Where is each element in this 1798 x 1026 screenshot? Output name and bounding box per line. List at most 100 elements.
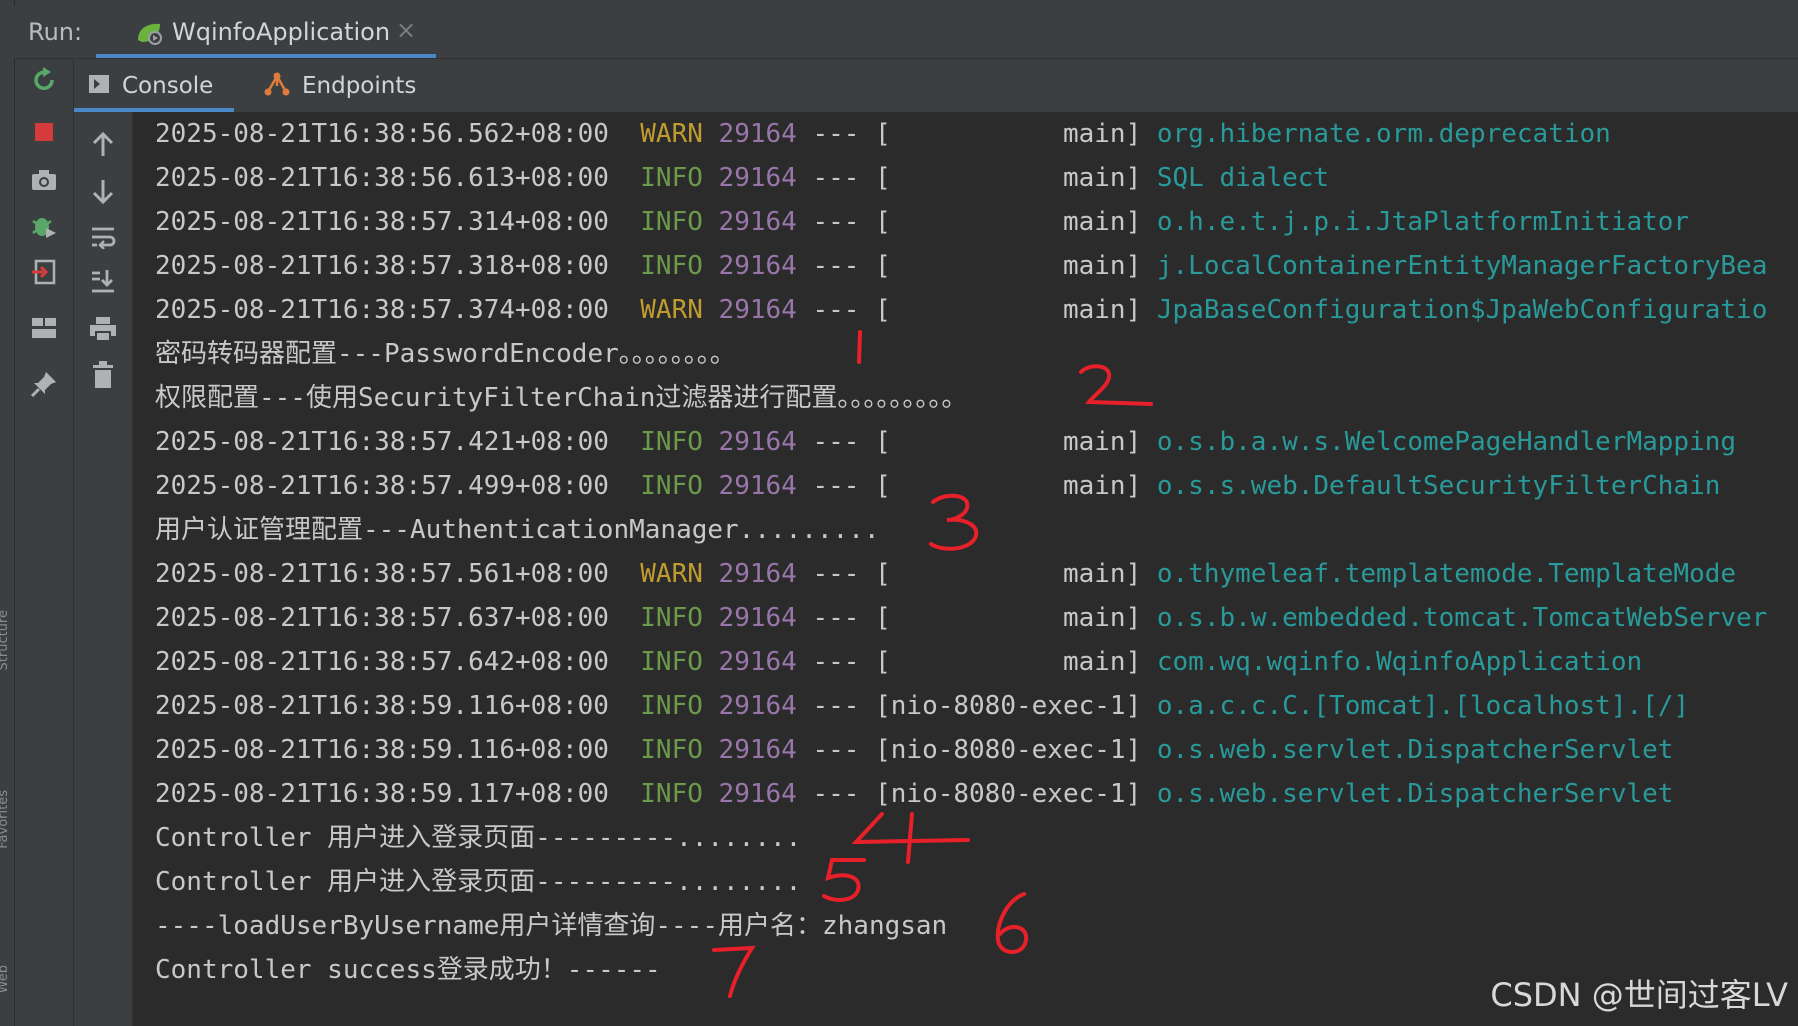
run-actions-toolbar [15, 59, 74, 1026]
run-label: Run: [28, 18, 83, 46]
log-thread: [ main] [875, 251, 1142, 281]
left-tool-window-strip: Structure Favorites Web [0, 0, 15, 1026]
tab-endpoints-label: Endpoints [302, 72, 417, 99]
log-thread: [ main] [875, 427, 1142, 457]
log-pid: 29164 [718, 559, 797, 589]
log-thread: [nio-8080-exec-1] [875, 691, 1142, 721]
log-logger: JpaBaseConfiguration$JpaWebConfiguratio [1156, 295, 1768, 325]
log-line: 2025-08-21T16:38:56.562+08:00 WARN 29164… [155, 112, 1611, 156]
layout-icon[interactable] [27, 311, 61, 345]
log-line: 2025-08-21T16:38:57.637+08:00 INFO 29164… [155, 596, 1767, 640]
log-timestamp: 2025-08-21T16:38:57.499+08:00 [155, 471, 609, 501]
log-line: 2025-08-21T16:38:57.642+08:00 INFO 29164… [155, 640, 1642, 684]
log-line: 2025-08-21T16:38:59.116+08:00 INFO 29164… [155, 728, 1673, 772]
log-timestamp: 2025-08-21T16:38:59.116+08:00 [155, 735, 609, 765]
trash-icon[interactable] [86, 358, 120, 392]
log-level: INFO [640, 735, 703, 765]
log-thread: [nio-8080-exec-1] [875, 735, 1142, 765]
log-timestamp: 2025-08-21T16:38:59.116+08:00 [155, 691, 609, 721]
rerun-icon[interactable] [27, 63, 61, 97]
log-line: 2025-08-21T16:38:57.374+08:00 WARN 29164… [155, 288, 1767, 332]
watermark: CSDN @世间过客LV [1490, 976, 1788, 1014]
log-pid: 29164 [718, 603, 797, 633]
log-pid: 29164 [718, 779, 797, 809]
exit-icon[interactable] [27, 255, 61, 289]
log-timestamp: 2025-08-21T16:38:57.561+08:00 [155, 559, 609, 589]
log-thread: [ main] [875, 559, 1142, 589]
log-level: INFO [640, 207, 703, 237]
arrow-down-icon[interactable] [86, 174, 120, 208]
pin-icon[interactable] [27, 367, 61, 401]
log-separator: --- [812, 735, 860, 765]
log-separator: --- [812, 647, 860, 677]
log-thread: [ main] [875, 603, 1142, 633]
log-thread: [nio-8080-exec-1] [875, 779, 1142, 809]
log-separator: --- [812, 295, 860, 325]
console-text-line: 权限配置---使用SecurityFilterChain过滤器进行配置。。。。。… [155, 383, 968, 413]
log-separator: --- [812, 163, 860, 193]
console-output[interactable]: 2025-08-21T16:38:56.562+08:00 WARN 29164… [133, 112, 1798, 1026]
log-timestamp: 2025-08-21T16:38:57.314+08:00 [155, 207, 609, 237]
run-config-tab[interactable]: WqinfoApplication × [96, 6, 436, 58]
log-logger: o.s.s.web.DefaultSecurityFilterChain [1156, 471, 1721, 501]
scroll-to-end-icon[interactable] [86, 264, 120, 298]
log-logger: o.s.b.w.embedded.tomcat.TomcatWebServer [1156, 603, 1768, 633]
spring-boot-run-icon [134, 20, 164, 50]
console-text-line: 用户认证管理配置---AuthenticationManager........… [155, 515, 880, 545]
debug-icon[interactable] [27, 209, 61, 243]
log-timestamp: 2025-08-21T16:38:57.374+08:00 [155, 295, 609, 325]
console-icon [88, 74, 110, 98]
console-tabs-bar: Console Endpoints [74, 59, 1798, 113]
log-timestamp: 2025-08-21T16:38:57.642+08:00 [155, 647, 609, 677]
structure-side-label[interactable]: Structure [0, 610, 11, 670]
log-pid: 29164 [718, 647, 797, 677]
log-logger: o.a.c.c.C.[Tomcat].[localhost].[/] [1156, 691, 1690, 721]
log-logger: o.h.e.t.j.p.i.JtaPlatformInitiator [1156, 207, 1690, 237]
log-level: WARN [640, 559, 703, 589]
log-pid: 29164 [718, 295, 797, 325]
console-text-line: 密码转码器配置---PasswordEncoder。。。。。。。。 [155, 339, 736, 369]
favorites-side-label[interactable]: Favorites [0, 790, 11, 849]
console-actions-toolbar [74, 112, 133, 1026]
close-tab-icon[interactable]: × [396, 16, 416, 44]
arrow-up-icon[interactable] [86, 128, 120, 162]
log-line: 2025-08-21T16:38:57.561+08:00 WARN 29164… [155, 552, 1736, 596]
log-pid: 29164 [718, 427, 797, 457]
log-level: INFO [640, 471, 703, 501]
endpoints-icon [264, 72, 290, 100]
log-logger: o.s.b.a.w.s.WelcomePageHandlerMapping [1156, 427, 1737, 457]
web-side-label[interactable]: Web [0, 965, 11, 993]
log-thread: [ main] [875, 163, 1142, 193]
log-level: INFO [640, 163, 703, 193]
stop-icon[interactable] [27, 115, 61, 149]
log-pid: 29164 [718, 735, 797, 765]
log-logger: o.s.web.servlet.DispatcherServlet [1156, 779, 1674, 809]
log-thread: [ main] [875, 471, 1142, 501]
log-timestamp: 2025-08-21T16:38:56.613+08:00 [155, 163, 609, 193]
log-timestamp: 2025-08-21T16:38:57.637+08:00 [155, 603, 609, 633]
console-text-line: ----loadUserByUsername用户详情查询----用户名：zhan… [155, 911, 948, 941]
tab-endpoints[interactable]: Endpoints [264, 59, 424, 112]
log-logger: o.thymeleaf.templatemode.TemplateMode [1156, 559, 1737, 589]
log-line: 2025-08-21T16:38:57.421+08:00 INFO 29164… [155, 420, 1736, 464]
log-line: 2025-08-21T16:38:57.314+08:00 INFO 29164… [155, 200, 1689, 244]
log-logger: org.hibernate.orm.deprecation [1156, 119, 1611, 149]
log-thread: [ main] [875, 207, 1142, 237]
soft-wrap-icon[interactable] [86, 220, 120, 254]
camera-icon[interactable] [27, 163, 61, 197]
print-icon[interactable] [86, 312, 120, 346]
log-level: INFO [640, 647, 703, 677]
console-text-line: Controller 用户进入登录页面---------........ [155, 823, 802, 853]
log-separator: --- [812, 251, 860, 281]
log-logger: o.s.web.servlet.DispatcherServlet [1156, 735, 1674, 765]
log-level: INFO [640, 779, 703, 809]
log-line: 2025-08-21T16:38:56.613+08:00 INFO 29164… [155, 156, 1329, 200]
tab-console[interactable]: Console [74, 59, 236, 112]
log-line: 2025-08-21T16:38:57.318+08:00 INFO 29164… [155, 244, 1767, 288]
log-separator: --- [812, 603, 860, 633]
run-tool-window-header: Run: WqinfoApplication × [14, 6, 1798, 59]
log-level: INFO [640, 251, 703, 281]
tab-console-label: Console [122, 72, 214, 99]
console-text-line: Controller success登录成功！------ [155, 955, 661, 985]
log-level: INFO [640, 691, 703, 721]
